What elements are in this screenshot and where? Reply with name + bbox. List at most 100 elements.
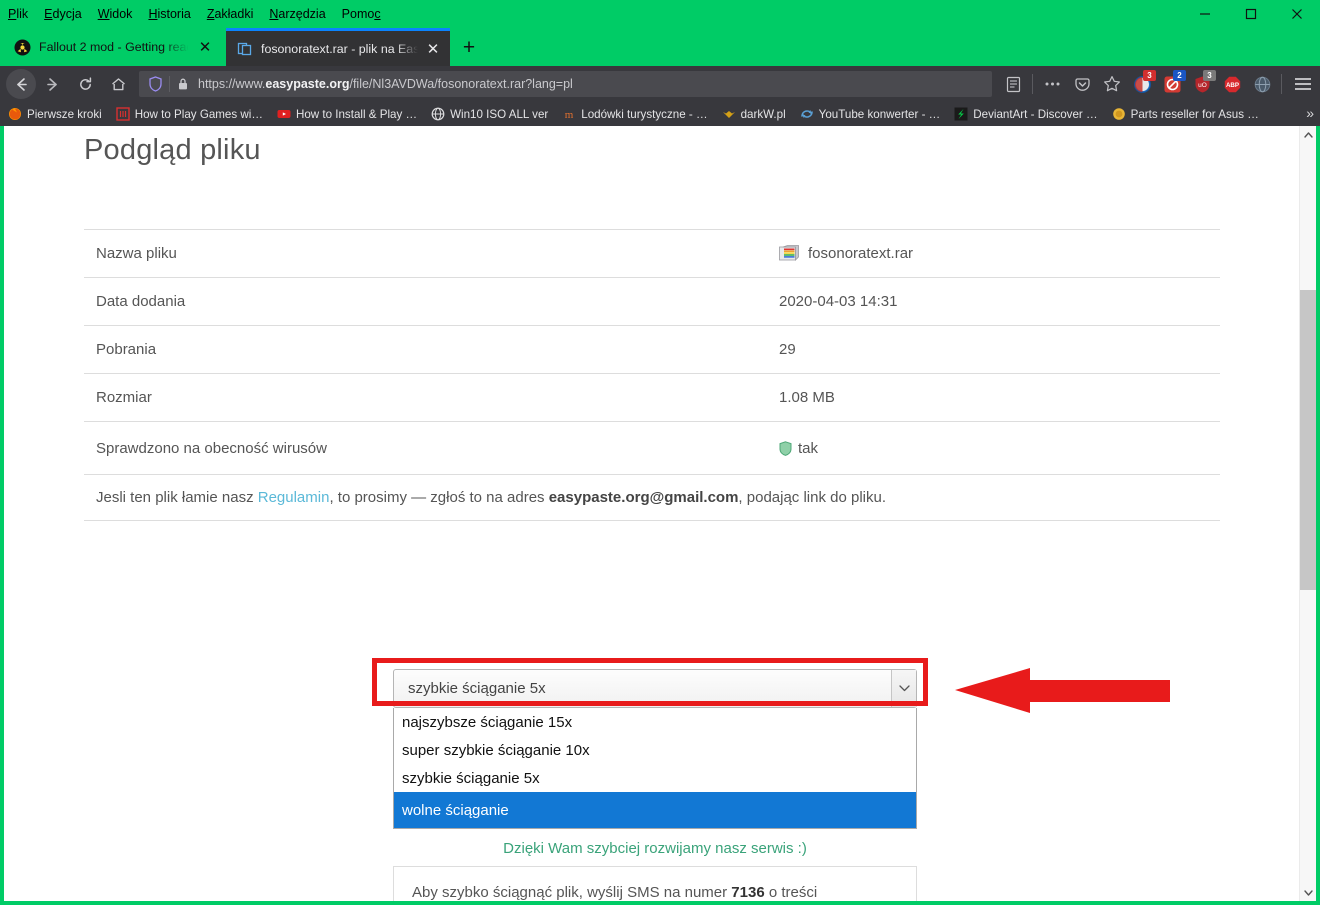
tracking-protection-shield-icon[interactable]: [143, 76, 167, 92]
virus-check-value: tak: [798, 439, 819, 457]
scroll-down-icon[interactable]: [1300, 884, 1316, 901]
bookmark-item[interactable]: Pierwsze kroki: [8, 107, 102, 121]
select-option-super-szybkie[interactable]: super szybkie ściąganie 10x: [394, 736, 916, 764]
bookmark-star-icon[interactable]: [1097, 70, 1127, 98]
window-controls: [1182, 0, 1320, 28]
coin-icon: [1112, 107, 1126, 121]
select-selected-label: szybkie ściąganie 5x: [408, 680, 546, 697]
svg-text:uO: uO: [1198, 82, 1207, 89]
tab-title: fosonoratext.rar - plik na EasyP…: [261, 41, 418, 56]
row-value: 29: [779, 341, 796, 358]
report-notice: Jesli ten plik łamie nasz Regulamin, to …: [84, 475, 1220, 521]
extension-ublock-icon[interactable]: uO 3: [1187, 70, 1217, 98]
reader-view-icon[interactable]: [998, 70, 1028, 98]
page-title: Podgląd pliku: [84, 134, 261, 166]
bookmark-item[interactable]: m Lodówki turystyczne - …: [562, 107, 708, 122]
browser-window: Plik Edycja Widok Historia Zakładki Narz…: [0, 0, 1320, 905]
menu-item-pomoc[interactable]: Pomoc: [342, 7, 381, 21]
notice-part3: , podając link do pliku.: [738, 489, 887, 506]
maximize-button[interactable]: [1228, 0, 1274, 28]
select-option-szybkie[interactable]: szybkie ściąganie 5x: [394, 764, 916, 792]
tab-easypaste[interactable]: fosonoratext.rar - plik na EasyP… ✕: [226, 28, 450, 66]
bookmark-item[interactable]: DeviantArt - Discover …: [954, 107, 1098, 121]
page-actions-icon[interactable]: [1037, 70, 1067, 98]
select-dropdown-list[interactable]: najszybsze ściąganie 15x super szybkie ś…: [393, 708, 917, 831]
url-text[interactable]: https://www.easypaste.org/file/Nl3AVDWa/…: [194, 77, 573, 91]
bookmark-label: How to Install & Play …: [295, 107, 418, 121]
home-button[interactable]: [102, 69, 135, 99]
scroll-up-icon[interactable]: [1300, 126, 1316, 143]
bookmark-item[interactable]: darkW.pl: [722, 107, 786, 121]
menu-item-narzedzia[interactable]: Narzędzia: [269, 7, 325, 21]
bookmarks-bar: Pierwsze kroki How to Play Games wi… How…: [0, 102, 1320, 126]
menu-item-edycja[interactable]: Edycja: [44, 7, 82, 21]
bookmark-item[interactable]: YouTube konwerter - …: [800, 107, 940, 121]
deviantart-icon: [954, 107, 968, 121]
table-row: Sprawdzono na obecność wirusów tak: [84, 422, 1220, 475]
annotation-arrow-left: [955, 660, 1170, 722]
rar-archive-icon: [779, 244, 799, 263]
table-row: Rozmiar 1.08 MB: [84, 374, 1220, 422]
m-icon: m: [562, 107, 576, 121]
scrollbar-thumb[interactable]: [1300, 290, 1316, 590]
tab-strip: Fallout 2 mod - Getting ready f… ✕ foson…: [0, 28, 1320, 66]
select-option-wolne[interactable]: wolne ściąganie: [394, 792, 916, 828]
terms-link[interactable]: Regulamin: [258, 489, 330, 506]
bookmark-item[interactable]: Parts reseller for Asus …: [1112, 107, 1259, 121]
toolbar-divider: [1032, 74, 1033, 94]
file-info-table: Nazwa pliku fosonoratext.rar Data dodani…: [84, 229, 1220, 475]
extension-skype-icon[interactable]: 3: [1127, 70, 1157, 98]
vertical-scrollbar[interactable]: [1299, 126, 1316, 901]
hamburger-menu-icon[interactable]: [1286, 70, 1320, 98]
tab-fallout[interactable]: Fallout 2 mod - Getting ready f… ✕: [4, 28, 222, 66]
sms-number: 7136: [731, 884, 765, 901]
menu-bar: Plik Edycja Widok Historia Zakładki Narz…: [0, 0, 1320, 28]
bookmark-item[interactable]: How to Play Games wi…: [116, 107, 263, 121]
extension-web-icon[interactable]: [1247, 70, 1277, 98]
pocket-icon[interactable]: [1067, 70, 1097, 98]
gold-bird-icon: [722, 107, 736, 121]
row-label: Data dodania: [96, 293, 186, 310]
extension-badge: 2: [1173, 70, 1186, 81]
bookmark-label: DeviantArt - Discover …: [973, 107, 1098, 121]
bookmark-label: Lodówki turystyczne - …: [581, 107, 708, 121]
address-bar[interactable]: https://www.easypaste.org/file/Nl3AVDWa/…: [139, 71, 992, 97]
back-button[interactable]: [6, 69, 36, 99]
notice-part1: Jesli ten plik łamie nasz: [96, 489, 258, 506]
bookmark-item[interactable]: How to Install & Play …: [277, 107, 417, 121]
bookmarks-overflow-icon[interactable]: »: [1306, 105, 1314, 121]
extension-abp-icon[interactable]: ABP: [1217, 70, 1247, 98]
bookmark-label: Win10 ISO ALL ver: [450, 107, 549, 121]
row-label: Rozmiar: [96, 389, 152, 406]
sms-line-a1: Aby szybko ściągnąć plik, wyślij SMS na …: [412, 884, 732, 901]
reload-button[interactable]: [69, 69, 102, 99]
menu-item-widok[interactable]: Widok: [98, 7, 133, 21]
address-separator: [169, 76, 170, 92]
minimize-button[interactable]: [1182, 0, 1228, 28]
menu-item-plik[interactable]: Plik: [8, 7, 28, 21]
select-option-najszybsze[interactable]: najszybsze ściąganie 15x: [394, 708, 916, 736]
chevron-down-icon[interactable]: [891, 670, 916, 707]
easypaste-favicon: [236, 40, 253, 57]
bookmark-item[interactable]: Win10 ISO ALL ver: [431, 107, 548, 121]
file-name: fosonoratext.rar: [808, 245, 914, 262]
extension-adblock-icon[interactable]: 2: [1157, 70, 1187, 98]
menu-item-zakladki[interactable]: Zakładki: [207, 7, 254, 21]
close-button[interactable]: [1274, 0, 1320, 28]
new-tab-button[interactable]: +: [456, 34, 482, 60]
tab-close-icon[interactable]: ✕: [194, 36, 216, 58]
svg-text:ABP: ABP: [1225, 82, 1238, 89]
row-value: 1.08 MB: [779, 389, 835, 406]
globe-icon: [431, 107, 445, 121]
row-value-cell: tak: [779, 440, 1220, 457]
forward-button[interactable]: [36, 69, 69, 99]
menu-item-historia[interactable]: Historia: [148, 7, 190, 21]
download-speed-select[interactable]: szybkie ściąganie 5x: [393, 669, 917, 708]
extension-badge: 3: [1143, 70, 1156, 81]
red-square-icon: [116, 107, 130, 121]
row-label: Nazwa pliku: [96, 245, 177, 262]
tab-close-icon[interactable]: ✕: [422, 38, 444, 60]
lock-icon[interactable]: [172, 77, 194, 91]
firefox-icon: [8, 107, 22, 121]
row-value-cell: fosonoratext.rar: [779, 244, 1220, 263]
